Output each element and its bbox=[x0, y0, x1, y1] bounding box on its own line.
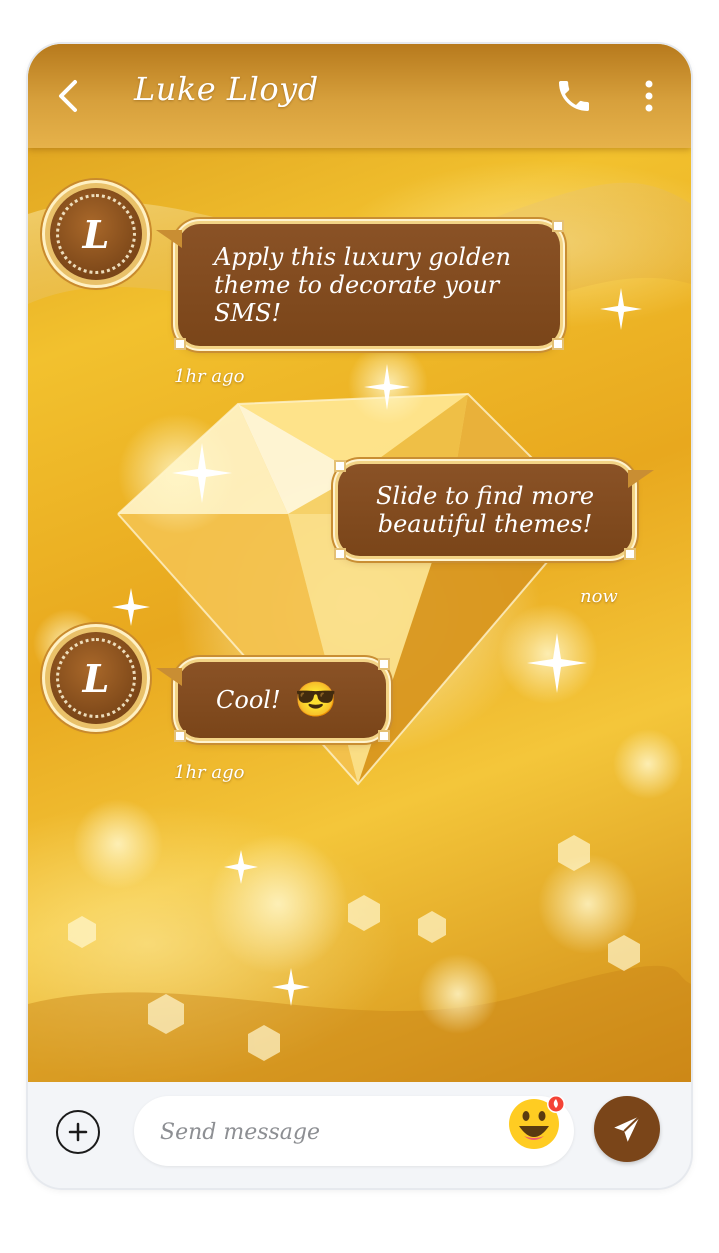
paper-plane-icon bbox=[614, 1115, 641, 1142]
avatar-letter: L bbox=[82, 211, 110, 257]
phone-icon bbox=[559, 81, 589, 111]
sunglasses-emoji: 😎 bbox=[294, 680, 337, 720]
message-input[interactable] bbox=[158, 1114, 482, 1150]
phone-frame: Luke Lloyd L Apply this luxury golden th… bbox=[28, 44, 691, 1188]
message-text: Apply this luxury golden theme to decora… bbox=[214, 243, 511, 327]
message-bubble-outgoing[interactable]: Slide to find more beautiful themes! bbox=[334, 460, 654, 560]
avatar-letter: L bbox=[82, 655, 110, 701]
more-options-button[interactable] bbox=[634, 76, 664, 116]
chevron-left-icon bbox=[59, 80, 77, 112]
contact-name: Luke Lloyd bbox=[134, 70, 319, 108]
message-timestamp: 1hr ago bbox=[174, 762, 245, 783]
chat-header: Luke Lloyd bbox=[28, 44, 691, 148]
message-timestamp: now bbox=[580, 586, 618, 607]
more-vertical-icon bbox=[645, 80, 653, 112]
call-button[interactable] bbox=[554, 76, 594, 116]
message-bubble-incoming[interactable]: Cool! 😎 bbox=[156, 658, 390, 742]
emoji-button[interactable] bbox=[506, 1092, 566, 1152]
plus-circle-icon bbox=[68, 1122, 88, 1142]
add-attachment-button[interactable] bbox=[56, 1110, 100, 1154]
message-text: Slide to find more beautiful themes! bbox=[375, 482, 595, 538]
contact-avatar[interactable]: L bbox=[50, 632, 142, 724]
grinning-face-icon bbox=[509, 1095, 565, 1149]
message-text: Cool! bbox=[216, 686, 281, 714]
message-composer bbox=[28, 1082, 691, 1188]
back-button[interactable] bbox=[46, 74, 90, 118]
send-button[interactable] bbox=[594, 1096, 660, 1162]
contact-avatar[interactable]: L bbox=[50, 188, 142, 280]
message-timestamp: 1hr ago bbox=[174, 366, 245, 387]
message-bubble-incoming[interactable]: Apply this luxury golden theme to decora… bbox=[156, 220, 564, 350]
